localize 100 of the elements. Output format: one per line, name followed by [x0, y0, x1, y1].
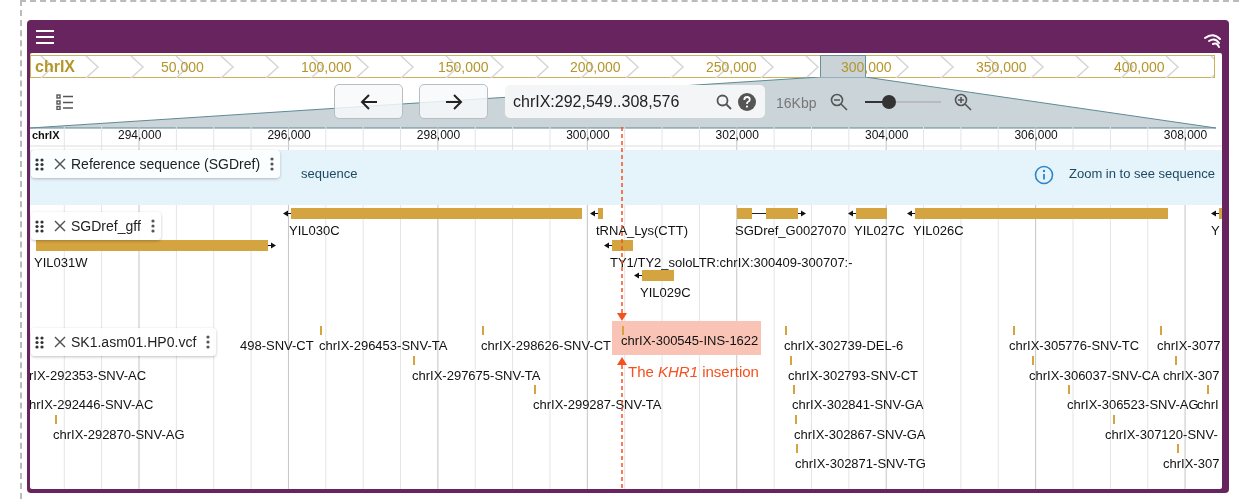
scale-label: 16Kbp — [776, 94, 817, 113]
overview-tick-label: 50,000 — [161, 58, 204, 76]
variant-marker[interactable] — [413, 355, 415, 365]
right-arrow-icon — [444, 93, 463, 110]
variant-label: chrIX-307 — [1163, 367, 1220, 384]
ruler-tick-label: 294,000 — [118, 127, 162, 143]
overview-tick-label: 250,000 — [706, 58, 757, 76]
overview-tick-label: 400,000 — [1114, 58, 1165, 76]
variant-marker[interactable] — [482, 326, 484, 335]
variant-marker[interactable] — [1068, 385, 1070, 394]
variant-marker[interactable] — [534, 385, 536, 394]
ruler-tick-label: 308,000 — [1163, 127, 1208, 143]
drag-handle-icon[interactable] — [35, 157, 44, 171]
ruler-tick-label: 306,000 — [1014, 127, 1058, 143]
zoom-out-icon[interactable] — [830, 93, 848, 111]
close-icon[interactable] — [54, 336, 66, 348]
variant-label: chrIX-292870-SNV-AG — [53, 426, 185, 443]
variant-marker[interactable] — [796, 444, 798, 453]
variant-label: chrIX-306037-SNV-CA — [1029, 367, 1160, 384]
feature-label: Y — [1211, 223, 1220, 239]
back-button[interactable] — [334, 84, 403, 119]
variant-marker[interactable] — [1177, 444, 1179, 453]
close-icon[interactable] — [54, 158, 66, 170]
variant-marker[interactable] — [55, 414, 57, 424]
variant-marker[interactable] — [785, 326, 787, 335]
zoom-in-icon[interactable] — [954, 93, 972, 111]
variant-label: chrIX-297675-SNV-TA — [412, 367, 541, 384]
variant-label: chrIX-305776-SNV-TC — [1009, 338, 1140, 354]
ruler-chromosome-label: chrIX — [32, 128, 60, 143]
gene-feature[interactable] — [604, 240, 633, 251]
variant-label: chrIX-306523-SNV-AG — [1067, 397, 1199, 413]
track-list-icon[interactable] — [56, 94, 74, 110]
variant-marker[interactable] — [1175, 355, 1177, 365]
variant-label: chrIX-302867-SNV-GA — [794, 426, 926, 443]
close-icon[interactable] — [54, 220, 66, 232]
variant-label: chrIX-299287-SNV-TA — [533, 397, 662, 413]
variant-marker[interactable] — [1013, 326, 1015, 335]
drag-handle-icon[interactable] — [35, 335, 44, 349]
feature-label: YIL030C — [289, 223, 340, 239]
variant-label: chrIX-307 — [1163, 456, 1220, 472]
variant-label: chrIX-302793-SNV-CT — [788, 367, 919, 384]
variant-marker[interactable] — [1032, 355, 1034, 365]
search-icon[interactable] — [716, 94, 732, 110]
variant-label: chrIX-302841-SNV-GA — [792, 397, 924, 413]
variant-marker[interactable] — [622, 326, 624, 335]
gene-feature[interactable] — [634, 270, 674, 281]
left-arrow-icon — [359, 93, 378, 110]
sequence-message: sequence — [301, 166, 358, 182]
feature-label: SGDref_G0027070 — [735, 223, 847, 239]
overview-tick-label: 100,000 — [301, 58, 352, 76]
gene-feature[interactable] — [590, 208, 603, 219]
location-field[interactable]: chrIX:292,549..308,576 — [505, 85, 765, 118]
variant-label: hrIX-292446-SNV-AC — [30, 397, 154, 413]
ruler-tick-label: 302,000 — [715, 127, 759, 143]
feature-label: TY1/TY2_soloLTR:chrIX:300409-300707:- — [610, 255, 853, 271]
overview-tick-label: 150,000 — [438, 58, 489, 76]
overview-tick-label: 200,000 — [570, 58, 621, 76]
track-name: SK1.asm01.HP0.vcf — [71, 332, 197, 352]
annotation-text: The KHR1 insertion — [628, 363, 759, 381]
feature-label: YIL027C — [854, 223, 905, 239]
ruler-tick-label: 304,000 — [865, 127, 909, 143]
gene-feature[interactable] — [737, 208, 806, 219]
variant-label: chrI — [1197, 397, 1219, 413]
variant-marker[interactable] — [320, 326, 322, 335]
feature-label: YIL026C — [913, 223, 964, 239]
track-name: SGDref_gff — [71, 216, 141, 236]
more-options-icon[interactable] — [150, 219, 155, 233]
feature-label: YIL029C — [640, 285, 691, 301]
ruler-tick-label: 298,000 — [416, 127, 461, 143]
more-options-icon[interactable] — [270, 157, 275, 171]
variant-marker[interactable] — [1160, 326, 1162, 335]
gene-feature[interactable] — [848, 208, 887, 219]
help-icon[interactable] — [738, 93, 756, 111]
overview-tick-label: 350,000 — [976, 58, 1027, 76]
ruler-tick-label: 300,000 — [566, 127, 610, 143]
variant-label: rIX-292353-SNV-AC — [30, 367, 147, 384]
variant-marker[interactable] — [1113, 414, 1115, 424]
variant-label: chrIX-302739-DEL-6 — [784, 338, 904, 354]
variant-label: 498-SNV-CT — [240, 338, 314, 354]
feature-label: tRNA_Lys(CTT) — [596, 223, 688, 239]
info-icon — [1034, 165, 1054, 185]
forward-button[interactable] — [419, 84, 488, 119]
drag-handle-icon[interactable] — [35, 219, 44, 233]
variant-label: chrIX-307120-SNV- — [1105, 426, 1218, 443]
variant-marker[interactable] — [1207, 385, 1209, 394]
variant-label: chrIX-298626-SNV-CT — [481, 338, 612, 354]
more-options-icon[interactable] — [206, 335, 211, 349]
variant-label: chrIX-300545-INS-1622 — [612, 321, 762, 355]
variant-label: chrIX-302871-SNV-TG — [795, 456, 926, 472]
variant-marker[interactable] — [795, 414, 797, 424]
gene-feature[interactable] — [1211, 208, 1222, 219]
variant-label: chrIX-3077 — [1157, 338, 1221, 354]
menu-icon[interactable] — [36, 30, 54, 44]
sequence-message: Zoom in to see sequence — [1069, 166, 1215, 182]
variant-marker[interactable] — [790, 355, 792, 365]
ruler-tick-label: 296,000 — [267, 127, 311, 143]
variant-marker[interactable] — [793, 385, 795, 394]
variant-label: chrIX-296453-SNV-TA — [319, 338, 448, 354]
track-name: Reference sequence (SGDref) — [71, 154, 261, 174]
chromosome-label: chrIX — [35, 58, 75, 76]
